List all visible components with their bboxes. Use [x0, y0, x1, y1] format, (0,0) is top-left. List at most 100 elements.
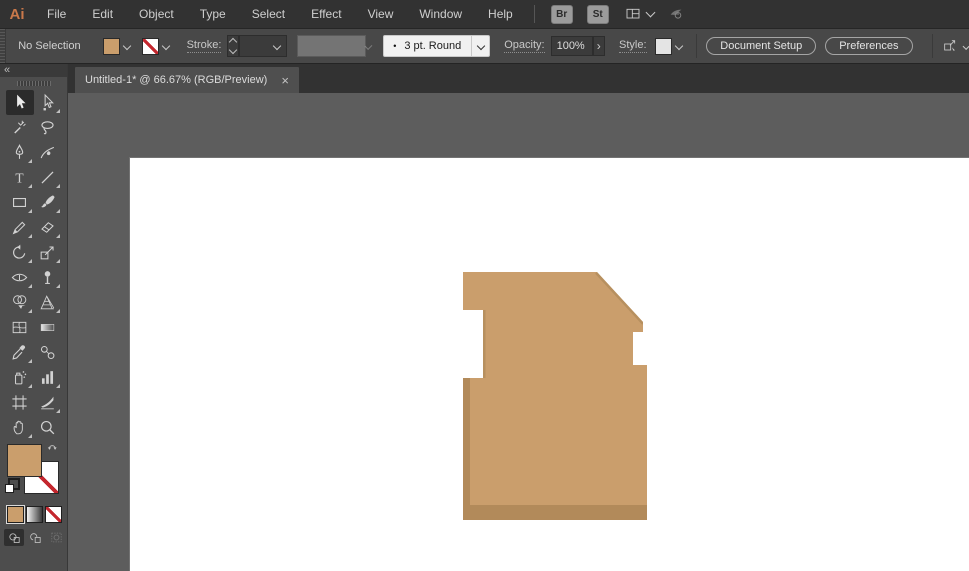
type-tool[interactable]: T	[6, 165, 34, 190]
magic-wand-tool[interactable]	[6, 115, 34, 140]
color-mode-button[interactable]	[7, 506, 24, 523]
stock-button[interactable]: St	[586, 4, 609, 24]
menu-items: File Edit Object Type Select Effect View Window…	[34, 0, 526, 28]
control-divider-2	[931, 34, 933, 58]
brush-definition-select[interactable]: • 3 pt. Round	[383, 35, 491, 57]
shape-builder-tool[interactable]	[6, 290, 34, 315]
draw-normal-button[interactable]	[4, 529, 24, 546]
curvature-tool[interactable]	[34, 140, 62, 165]
stroke-weight-label[interactable]: Stroke:	[186, 39, 222, 53]
stroke-weight-select[interactable]	[239, 35, 288, 57]
eyedropper-tool[interactable]	[6, 340, 34, 365]
menu-bar: Ai File Edit Object Type Select Effect View Win…	[0, 0, 969, 29]
tools-grid: T	[0, 86, 67, 440]
collapse-panel-button[interactable]: «	[4, 65, 10, 76]
scale-tool[interactable]	[34, 240, 62, 265]
rotate-tool[interactable]	[6, 240, 34, 265]
menu-item-help[interactable]: Help	[475, 0, 526, 28]
brush-preview	[297, 35, 367, 57]
tools-panel-header: «	[0, 64, 67, 77]
direct-selection-tool[interactable]	[34, 90, 62, 115]
eraser-tool[interactable]	[34, 215, 62, 240]
document-tab-bar: Untitled-1* @ 66.67% (RGB/Preview) ×	[68, 64, 969, 93]
stroke-swatch[interactable]	[141, 37, 159, 55]
svg-text:T: T	[15, 170, 23, 185]
fill-color-control	[102, 37, 134, 55]
default-fill-stroke-icon[interactable]	[5, 478, 20, 493]
workspace-chevron-icon[interactable]	[645, 7, 656, 18]
menu-item-window[interactable]: Window	[406, 0, 475, 28]
pencil-tool[interactable]	[6, 215, 34, 240]
column-graph-tool[interactable]	[34, 365, 62, 390]
brush-dot-icon: •	[393, 41, 397, 51]
draw-behind-button[interactable]	[25, 529, 45, 546]
width-tool[interactable]	[6, 265, 34, 290]
menu-item-select[interactable]: Select	[239, 0, 298, 28]
stroke-weight-stepper[interactable]	[227, 35, 240, 57]
style-chevron-icon[interactable]	[672, 38, 686, 55]
draw-inside-button[interactable]	[46, 529, 66, 546]
control-bar-grip[interactable]	[0, 29, 7, 63]
fill-indicator[interactable]	[7, 444, 42, 477]
fill-chevron-icon[interactable]	[120, 38, 134, 55]
draw-mode-row	[0, 529, 67, 546]
opacity-label[interactable]: Opacity:	[504, 39, 545, 53]
hand-tool[interactable]	[6, 415, 34, 440]
brush-preview-chevron-icon	[365, 42, 373, 50]
opacity-input[interactable]	[550, 36, 593, 56]
pen-tool[interactable]	[6, 140, 34, 165]
control-bar: No Selection Stroke: • 3 pt. Round Opaci…	[0, 29, 969, 64]
brush-definition-chevron-icon[interactable]	[471, 36, 489, 56]
document-tab[interactable]: Untitled-1* @ 66.67% (RGB/Preview) ×	[75, 67, 299, 93]
lasso-tool[interactable]	[34, 115, 62, 140]
slice-tool[interactable]	[34, 390, 62, 415]
canvas[interactable]	[68, 93, 969, 571]
select-similar-chevron-icon[interactable]	[962, 42, 969, 50]
menu-divider	[533, 5, 535, 23]
menu-item-view[interactable]: View	[355, 0, 407, 28]
style-control	[654, 37, 686, 55]
paintbrush-tool[interactable]	[34, 190, 62, 215]
stroke-chevron-icon[interactable]	[159, 38, 173, 55]
menu-item-file[interactable]: File	[34, 0, 79, 28]
document-setup-button[interactable]: Document Setup	[706, 37, 817, 55]
rectangle-tool[interactable]	[6, 190, 34, 215]
gpu-performance-icon[interactable]	[668, 6, 684, 22]
artboard-tool[interactable]	[6, 390, 34, 415]
illustrator-logo[interactable]: Ai	[0, 6, 34, 23]
zoom-tool[interactable]	[34, 415, 62, 440]
opacity-options-button[interactable]: ›	[592, 36, 606, 56]
control-divider	[695, 34, 697, 58]
perspective-grid-tool[interactable]	[34, 290, 62, 315]
document-tab-title: Untitled-1* @ 66.67% (RGB/Preview)	[85, 74, 268, 86]
menu-item-object[interactable]: Object	[126, 0, 187, 28]
tab-close-icon[interactable]: ×	[281, 73, 289, 88]
tools-panel: « T	[0, 64, 68, 571]
menu-item-type[interactable]: Type	[187, 0, 239, 28]
sd-card-shape[interactable]	[68, 93, 969, 571]
fill-swatch[interactable]	[102, 37, 120, 55]
color-mode-row	[0, 506, 67, 523]
line-segment-tool[interactable]	[34, 165, 62, 190]
mesh-tool[interactable]	[6, 315, 34, 340]
style-swatch[interactable]	[654, 37, 672, 55]
illustrator-window: Ai File Edit Object Type Select Effect View Win…	[0, 0, 969, 571]
preferences-button[interactable]: Preferences	[825, 37, 913, 55]
style-label[interactable]: Style:	[619, 39, 647, 53]
workspace-layout-icon[interactable]	[625, 6, 641, 22]
swap-fill-stroke-icon[interactable]	[46, 442, 61, 457]
select-similar-icon[interactable]	[942, 38, 958, 54]
fill-stroke-controls	[0, 444, 67, 502]
selection-tool[interactable]	[5, 90, 34, 115]
symbol-sprayer-tool[interactable]	[6, 365, 34, 390]
none-mode-button[interactable]	[45, 506, 62, 523]
bridge-button[interactable]: Br	[550, 4, 573, 24]
gradient-mode-button[interactable]	[26, 506, 43, 523]
brush-definition-value: 3 pt. Round	[404, 40, 462, 52]
puppet-warp-tool[interactable]	[34, 265, 62, 290]
gradient-tool[interactable]	[34, 315, 62, 340]
stroke-color-control	[141, 37, 173, 55]
menu-item-effect[interactable]: Effect	[298, 0, 354, 28]
menu-item-edit[interactable]: Edit	[79, 0, 126, 28]
blend-tool[interactable]	[34, 340, 62, 365]
